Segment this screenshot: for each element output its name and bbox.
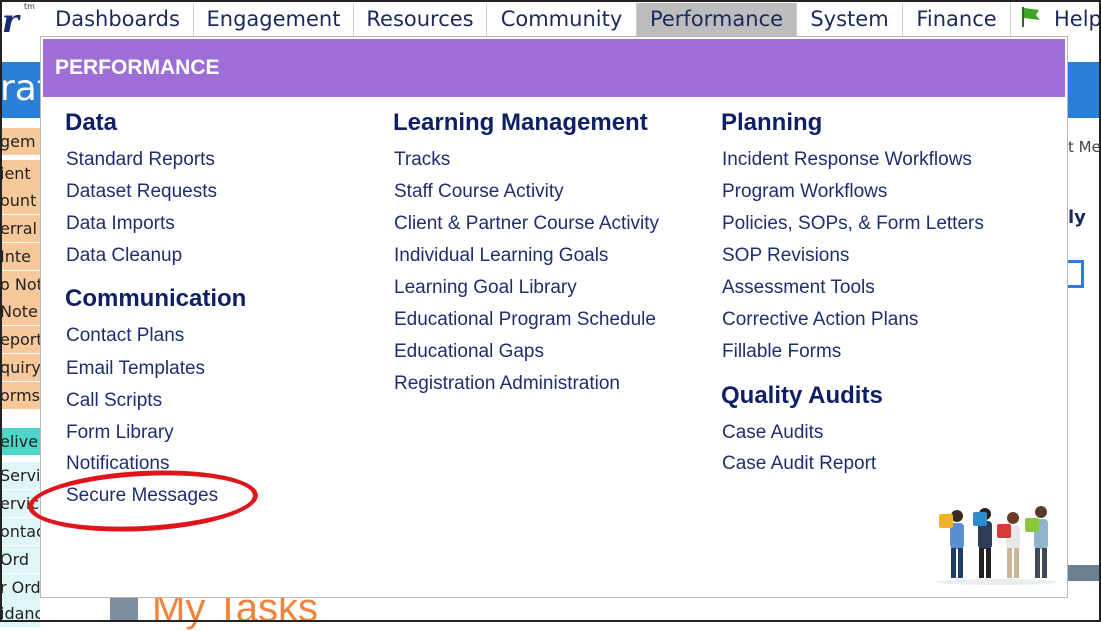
link-call-scripts[interactable]: Call Scripts [66, 390, 162, 412]
link-case-audits[interactable]: Case Audits [722, 422, 823, 444]
nav-performance[interactable]: Performance [637, 3, 797, 36]
link-incident-response-workflows[interactable]: Incident Response Workflows [722, 149, 972, 171]
right-divider [1068, 565, 1101, 581]
right-fragment: ly [1068, 207, 1086, 228]
sidebar-item[interactable]: elive [0, 428, 40, 455]
left-sidebar: gem ient ount erral Inte o Not Note epor… [0, 118, 40, 627]
sidebar-item[interactable]: orms [0, 382, 40, 409]
link-data-cleanup[interactable]: Data Cleanup [66, 245, 182, 267]
sidebar-item[interactable]: ontac [0, 518, 40, 545]
sidebar-item[interactable]: Ord [0, 546, 40, 573]
link-assessment-tools[interactable]: Assessment Tools [722, 277, 875, 299]
link-notifications[interactable]: Notifications [66, 453, 170, 475]
sidebar-item[interactable]: Inte [0, 243, 40, 270]
link-case-audit-report[interactable]: Case Audit Report [722, 453, 876, 475]
section-title-learning-management: Learning Management [393, 109, 648, 136]
nav-community[interactable]: Community [487, 3, 637, 36]
link-program-workflows[interactable]: Program Workflows [722, 181, 887, 203]
section-title-data: Data [65, 109, 118, 136]
right-panel: t Me ly [1068, 118, 1101, 622]
sidebar-item[interactable]: erral [0, 215, 40, 242]
nav-help[interactable]: Help [1046, 3, 1101, 36]
performance-menu: PERFORMANCE Data Standard Reports Datase… [40, 36, 1068, 598]
section-title-communication: Communication [65, 285, 247, 312]
link-client-partner-course-activity[interactable]: Client & Partner Course Activity [394, 213, 659, 235]
sidebar-item[interactable]: r Ord [0, 574, 40, 601]
sidebar-item[interactable]: Note [0, 298, 40, 325]
link-learning-goal-library[interactable]: Learning Goal Library [394, 277, 577, 299]
link-corrective-action-plans[interactable]: Corrective Action Plans [722, 309, 918, 331]
link-fillable-forms[interactable]: Fillable Forms [722, 341, 841, 363]
link-email-templates[interactable]: Email Templates [66, 358, 205, 380]
nav-engagement[interactable]: Engagement [194, 3, 354, 36]
link-sop-revisions[interactable]: SOP Revisions [722, 245, 849, 267]
menu-header: PERFORMANCE [43, 39, 1065, 97]
section-title-planning: Planning [721, 109, 823, 136]
link-individual-learning-goals[interactable]: Individual Learning Goals [394, 245, 608, 267]
link-data-imports[interactable]: Data Imports [66, 213, 175, 235]
flag-icon[interactable] [1020, 6, 1042, 28]
sidebar-item[interactable]: ervic [0, 490, 40, 517]
sidebar-item[interactable]: gem [0, 128, 40, 155]
link-educational-gaps[interactable]: Educational Gaps [394, 341, 544, 363]
app-logo[interactable]: r [2, 2, 19, 40]
logo-trademark: tm [24, 2, 35, 11]
sidebar-item[interactable]: eport [0, 326, 40, 353]
calendar-icon[interactable] [1068, 260, 1084, 288]
link-standard-reports[interactable]: Standard Reports [66, 149, 215, 171]
right-fragment: t Me [1068, 138, 1101, 156]
sidebar-item[interactable]: quiry [0, 354, 40, 381]
nav-system[interactable]: System [797, 3, 903, 36]
link-registration-administration[interactable]: Registration Administration [394, 373, 620, 395]
nav-dashboards[interactable]: Dashboards [42, 3, 194, 36]
link-policies-sops-form-letters[interactable]: Policies, SOPs, & Form Letters [722, 213, 984, 235]
nav-resources[interactable]: Resources [354, 3, 487, 36]
link-dataset-requests[interactable]: Dataset Requests [66, 181, 217, 203]
link-contact-plans[interactable]: Contact Plans [66, 325, 184, 347]
sidebar-item[interactable]: o Not [0, 271, 40, 298]
sidebar-item[interactable]: Servi [0, 462, 40, 489]
sidebar-item[interactable]: ient [0, 160, 40, 187]
section-title-quality-audits: Quality Audits [721, 382, 883, 409]
panel-handle [110, 598, 138, 622]
top-nav: r tm Dashboards Engagement Resources Com… [0, 0, 1101, 40]
team-puzzle-illustration [937, 506, 1057, 585]
sidebar-item[interactable]: idance [0, 600, 40, 627]
link-educational-program-schedule[interactable]: Educational Program Schedule [394, 309, 656, 331]
link-form-library[interactable]: Form Library [66, 422, 174, 444]
link-secure-messages[interactable]: Secure Messages [66, 485, 218, 507]
sidebar-item[interactable]: ount [0, 187, 40, 214]
nav-finance[interactable]: Finance [903, 3, 1011, 36]
link-staff-course-activity[interactable]: Staff Course Activity [394, 181, 564, 203]
link-tracks[interactable]: Tracks [394, 149, 450, 171]
